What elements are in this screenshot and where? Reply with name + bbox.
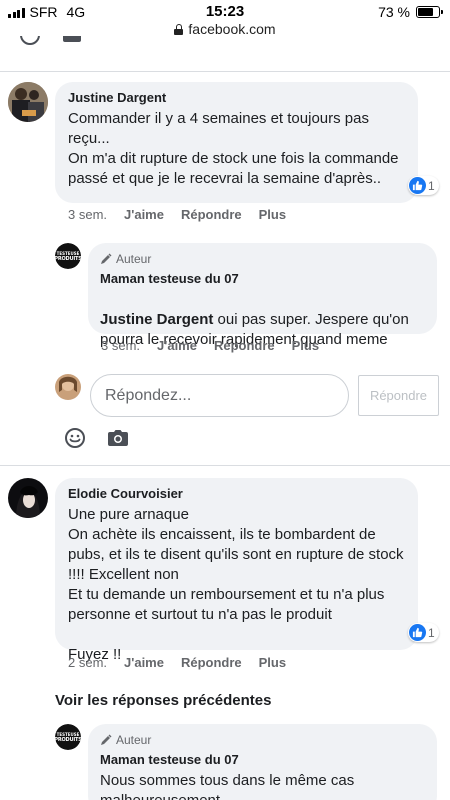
thumbs-up-icon [409,177,426,194]
reply-link[interactable]: Répondre [181,207,242,222]
pencil-icon [101,734,112,745]
battery-fill [418,8,433,16]
more-link[interactable]: Plus [259,207,286,222]
previous-comment-tools [0,36,450,46]
reply-mention[interactable]: Justine Dargent [100,311,213,328]
reply-input[interactable]: Répondez... [90,374,349,417]
badge-label: Auteur [116,252,152,266]
thumbs-up-icon [409,624,426,641]
reply-bubble[interactable]: Auteur Maman testeuse du 07 Justine Darg… [88,243,437,348]
comment-time[interactable]: 2 sem. [68,655,107,670]
comment-text: Commander il y a 4 semaines et toujours … [68,110,399,187]
reply-actions: 3 sem. J'aime Répondre Plus [101,338,319,353]
comment-actions: 2 sem. J'aime Répondre Plus [68,655,286,670]
badge-label: Auteur [116,733,152,747]
avatar-photo [8,82,48,122]
reply-author[interactable]: Maman testeuse du 07 [100,752,425,767]
reply-author[interactable]: Maman testeuse du 07 [100,271,425,286]
comment-text: Une pure arnaque On achète ils encaissen… [68,506,404,663]
battery-icon [416,6,443,18]
reply-submit-button[interactable]: Répondre [358,375,439,416]
reply-input-placeholder: Répondez... [105,386,192,404]
lock-icon [174,23,184,35]
like-link[interactable]: J'aime [157,338,197,353]
avatar[interactable] [8,478,48,518]
comment-author[interactable]: Justine Dargent [68,90,405,105]
comment-bubble[interactable]: Elodie Courvoisier Une pure arnaque On a… [55,478,418,663]
comment-bubble[interactable]: Justine Dargent Commander il y a 4 semai… [55,82,418,203]
user-avatar [55,374,81,400]
like-link[interactable]: J'aime [124,207,164,222]
page-avatar[interactable]: TESTEUSE PRODUITS [55,243,81,269]
smiley-icon[interactable] [19,36,41,46]
battery-percent: 73 % [378,4,410,20]
camera-icon[interactable] [108,430,128,446]
page-logo: TESTEUSE PRODUITS [55,243,81,269]
comment-author[interactable]: Elodie Courvoisier [68,486,405,501]
page-logo: TESTEUSE PRODUITS [55,724,81,750]
more-link[interactable]: Plus [292,338,319,353]
reply-time[interactable]: 3 sem. [101,338,140,353]
url-text: facebook.com [188,21,276,37]
smiley-icon[interactable] [64,427,86,449]
like-count: 1 [428,178,435,193]
reply-link[interactable]: Répondre [181,655,242,670]
divider [0,71,450,72]
page-avatar[interactable]: TESTEUSE PRODUITS [55,724,81,750]
comment-actions: 3 sem. J'aime Répondre Plus [68,207,286,222]
like-count: 1 [428,625,435,640]
avatar-photo [8,478,48,518]
pencil-icon [101,253,112,264]
camera-icon[interactable] [62,36,82,44]
like-count-badge[interactable]: 1 [408,176,439,195]
comment-time[interactable]: 3 sem. [68,207,107,222]
divider [0,465,450,466]
status-right: 73 % [378,4,443,20]
reply-bubble[interactable]: Auteur Maman testeuse du 07 Nous sommes … [88,724,437,800]
author-badge: Auteur [100,733,425,747]
reply-link[interactable]: Répondre [214,338,275,353]
reply-text: Nous sommes tous dans le même cas malheu… [100,772,355,800]
author-badge: Auteur [100,252,425,266]
like-link[interactable]: J'aime [124,655,164,670]
avatar[interactable] [8,82,48,122]
user-avatar-photo [55,374,81,400]
see-previous-replies-link[interactable]: Voir les réponses précédentes [55,692,271,709]
more-link[interactable]: Plus [259,655,286,670]
like-count-badge[interactable]: 1 [408,623,439,642]
